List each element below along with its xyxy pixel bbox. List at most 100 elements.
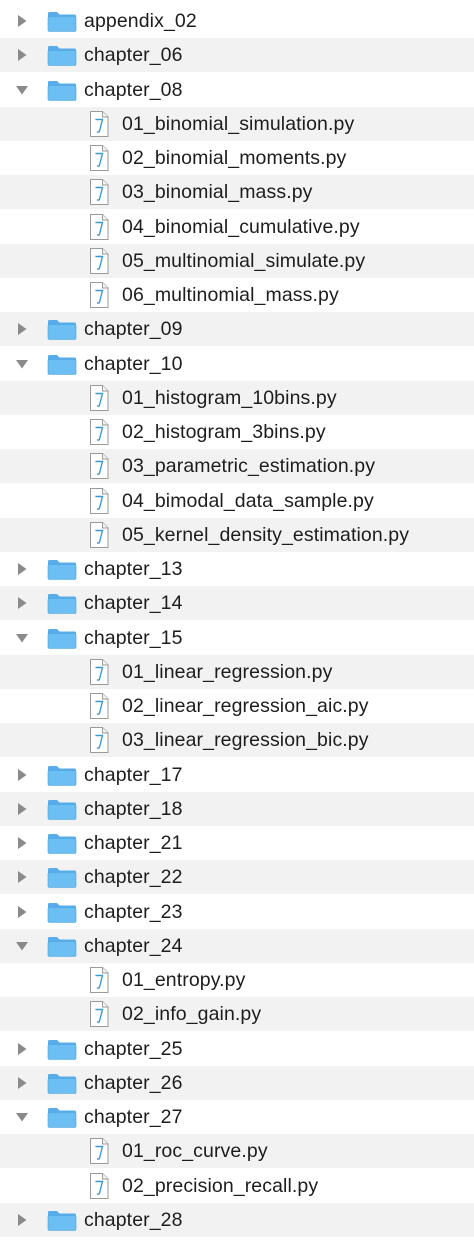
- file-row[interactable]: 05_kernel_density_estimation.py: [0, 517, 474, 552]
- folder-icon: [47, 1071, 77, 1095]
- folder-icon: [47, 1208, 77, 1232]
- disclosure-triangle-right-icon[interactable]: [15, 836, 29, 850]
- folder-row[interactable]: chapter_15: [0, 621, 474, 655]
- file-name: 05_multinomial_simulate.py: [122, 249, 366, 272]
- folder-row[interactable]: chapter_22: [0, 860, 474, 895]
- folder-row[interactable]: chapter_10: [0, 347, 474, 381]
- file-name: 05_kernel_density_estimation.py: [122, 523, 410, 546]
- folder-row[interactable]: chapter_26: [0, 1065, 474, 1100]
- folder-row[interactable]: chapter_17: [0, 758, 474, 792]
- file-name: 03_binomial_mass.py: [122, 181, 313, 204]
- file-name: 01_entropy.py: [122, 969, 246, 991]
- disclosure-triangle-down-icon[interactable]: [15, 357, 29, 371]
- folder-name: chapter_25: [84, 1037, 183, 1060]
- file-name: 04_bimodal_data_sample.py: [122, 489, 374, 512]
- folder-name: chapter_24: [84, 934, 183, 957]
- python-file-icon: [88, 521, 110, 549]
- disclosure-triangle-right-icon[interactable]: [15, 562, 29, 576]
- folder-icon: [47, 591, 77, 615]
- disclosure-triangle-right-icon[interactable]: [15, 14, 29, 28]
- file-row[interactable]: 04_bimodal_data_sample.py: [0, 484, 474, 518]
- file-row[interactable]: 02_linear_regression_aic.py: [0, 689, 474, 723]
- file-name: 06_multinomial_mass.py: [122, 284, 339, 306]
- file-row[interactable]: 02_histogram_3bins.py: [0, 415, 474, 449]
- file-row[interactable]: 01_linear_regression.py: [0, 654, 474, 689]
- file-row[interactable]: 03_parametric_estimation.py: [0, 449, 474, 484]
- disclosure-triangle-right-icon[interactable]: [15, 48, 29, 62]
- file-row[interactable]: 03_linear_regression_bic.py: [0, 723, 474, 758]
- disclosure-triangle-right-icon[interactable]: [15, 1042, 29, 1056]
- disclosure-triangle-down-icon[interactable]: [15, 83, 29, 97]
- disclosure-triangle-right-icon[interactable]: [15, 905, 29, 919]
- folder-name: chapter_23: [84, 900, 183, 923]
- file-row[interactable]: 01_entropy.py: [0, 963, 474, 997]
- folder-row[interactable]: chapter_21: [0, 826, 474, 860]
- python-file-icon: [88, 110, 110, 138]
- file-name: 02_info_gain.py: [122, 1003, 262, 1026]
- file-row[interactable]: 01_histogram_10bins.py: [0, 380, 474, 415]
- folder-row[interactable]: chapter_23: [0, 895, 474, 929]
- python-file-icon: [88, 966, 110, 994]
- file-name: 01_roc_curve.py: [122, 1140, 268, 1163]
- folder-row[interactable]: chapter_14: [0, 586, 474, 621]
- folder-icon: [47, 557, 77, 581]
- folder-row[interactable]: chapter_08: [0, 73, 474, 107]
- file-row[interactable]: 02_binomial_moments.py: [0, 141, 474, 175]
- folder-name: chapter_09: [84, 318, 183, 341]
- disclosure-triangle-right-icon[interactable]: [15, 596, 29, 610]
- folder-row[interactable]: chapter_24: [0, 928, 474, 963]
- python-file-icon: [88, 247, 110, 275]
- folder-icon: [47, 763, 77, 787]
- disclosure-triangle-down-icon[interactable]: [15, 1110, 29, 1124]
- python-file-icon: [88, 1137, 110, 1165]
- file-name: 02_precision_recall.py: [122, 1174, 319, 1197]
- python-file-icon: [88, 487, 110, 515]
- folder-row[interactable]: chapter_13: [0, 552, 474, 586]
- folder-row[interactable]: chapter_27: [0, 1100, 474, 1134]
- file-name: 03_linear_regression_bic.py: [122, 729, 369, 752]
- disclosure-triangle-right-icon[interactable]: [15, 768, 29, 782]
- file-name: 01_linear_regression.py: [122, 660, 333, 683]
- disclosure-triangle-right-icon[interactable]: [15, 1076, 29, 1090]
- disclosure-triangle-right-icon[interactable]: [15, 870, 29, 884]
- file-row[interactable]: 05_multinomial_simulate.py: [0, 243, 474, 278]
- file-row[interactable]: 03_binomial_mass.py: [0, 175, 474, 210]
- disclosure-triangle-down-icon[interactable]: [15, 631, 29, 645]
- folder-name: chapter_22: [84, 866, 183, 889]
- folder-row[interactable]: chapter_06: [0, 38, 474, 73]
- python-file-icon: [88, 452, 110, 480]
- python-file-icon: [88, 281, 110, 309]
- disclosure-triangle-right-icon[interactable]: [15, 1213, 29, 1227]
- folder-name: chapter_27: [84, 1106, 183, 1128]
- folder-icon: [47, 317, 77, 341]
- folder-name: chapter_28: [84, 1208, 183, 1231]
- file-row[interactable]: 06_multinomial_mass.py: [0, 278, 474, 312]
- python-file-icon: [88, 726, 110, 754]
- folder-icon: [47, 865, 77, 889]
- file-row[interactable]: 02_precision_recall.py: [0, 1169, 474, 1203]
- folder-icon: [47, 78, 77, 102]
- python-file-icon: [88, 418, 110, 446]
- file-name: 02_histogram_3bins.py: [122, 421, 326, 443]
- disclosure-triangle-right-icon[interactable]: [15, 802, 29, 816]
- folder-name: appendix_02: [84, 10, 197, 32]
- folder-row[interactable]: chapter_25: [0, 1032, 474, 1066]
- folder-name: chapter_17: [84, 763, 183, 786]
- file-row[interactable]: 02_info_gain.py: [0, 997, 474, 1032]
- file-row[interactable]: 01_binomial_simulation.py: [0, 106, 474, 141]
- folder-name: chapter_21: [84, 832, 183, 854]
- python-file-icon: [88, 1000, 110, 1028]
- folder-icon: [47, 797, 77, 821]
- python-file-icon: [88, 178, 110, 206]
- file-row[interactable]: 01_roc_curve.py: [0, 1134, 474, 1169]
- folder-row[interactable]: chapter_18: [0, 791, 474, 826]
- disclosure-triangle-right-icon[interactable]: [15, 322, 29, 336]
- folder-row[interactable]: appendix_02: [0, 4, 474, 38]
- folder-row[interactable]: chapter_09: [0, 312, 474, 347]
- folder-icon: [47, 831, 77, 855]
- folder-row[interactable]: chapter_28: [0, 1202, 474, 1237]
- folder-icon: [47, 934, 77, 958]
- folder-name: chapter_26: [84, 1071, 183, 1094]
- file-row[interactable]: 04_binomial_cumulative.py: [0, 210, 474, 244]
- disclosure-triangle-down-icon[interactable]: [15, 939, 29, 953]
